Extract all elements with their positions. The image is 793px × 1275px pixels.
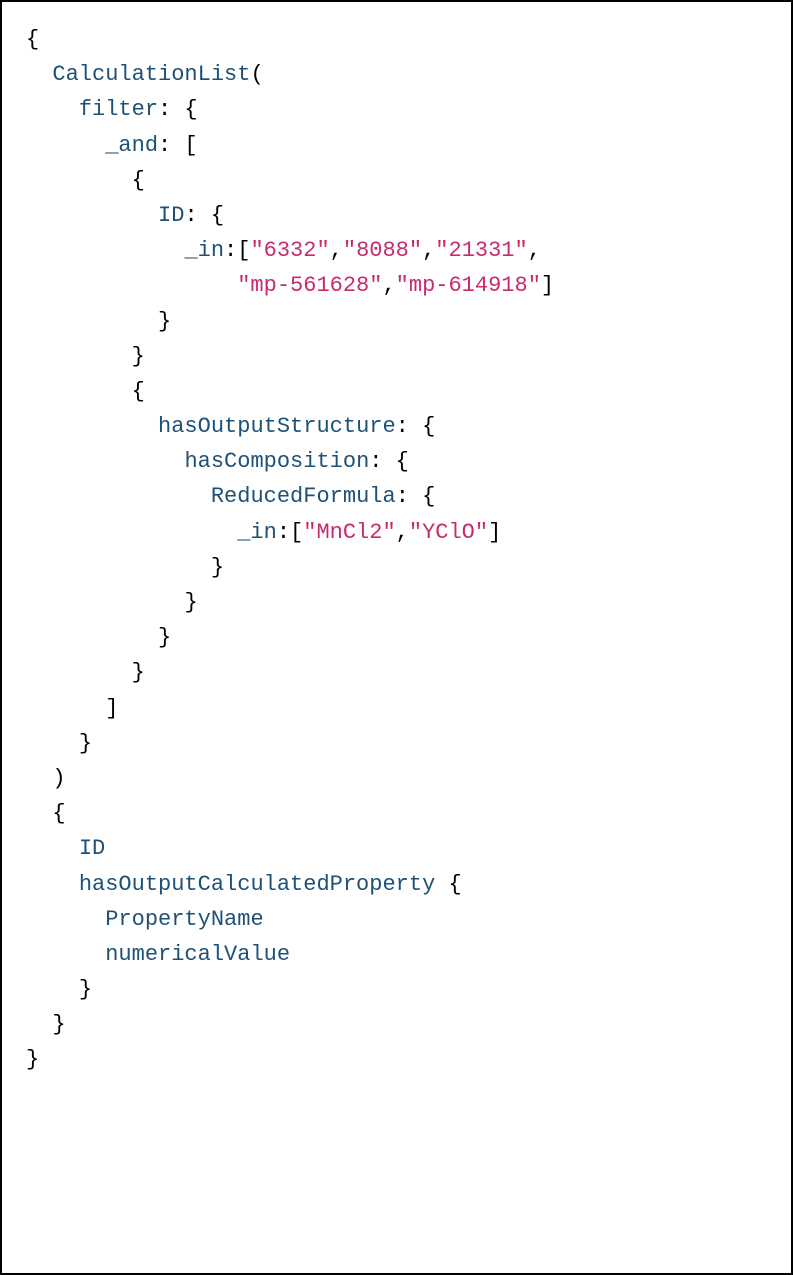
code-line: hasComposition: { bbox=[26, 444, 767, 479]
code-line: { bbox=[26, 796, 767, 831]
code-token-bracket: } bbox=[132, 344, 145, 369]
code-token-bracket: : [ bbox=[158, 133, 198, 158]
code-token-bracket: : { bbox=[396, 414, 436, 439]
code-token-bracket: { bbox=[52, 801, 65, 826]
code-token-bracket: : { bbox=[396, 484, 436, 509]
code-token-bracket: , bbox=[382, 273, 395, 298]
code-token-bracket: , bbox=[528, 238, 541, 263]
code-token-keyword: ID bbox=[79, 836, 105, 861]
code-line: ID bbox=[26, 831, 767, 866]
code-line: ID: { bbox=[26, 198, 767, 233]
code-token-bracket: } bbox=[211, 555, 224, 580]
code-token-bracket: } bbox=[184, 590, 197, 615]
code-line: _and: [ bbox=[26, 128, 767, 163]
code-line: filter: { bbox=[26, 92, 767, 127]
code-line: } bbox=[26, 1042, 767, 1077]
code-line: } bbox=[26, 304, 767, 339]
code-line: } bbox=[26, 585, 767, 620]
code-token-bracket: } bbox=[26, 1047, 39, 1072]
code-token-keyword: hasOutputCalculatedProperty bbox=[79, 872, 435, 897]
code-token-keyword: CalculationList bbox=[52, 62, 250, 87]
code-token-bracket: , bbox=[330, 238, 343, 263]
code-token-bracket: ] bbox=[541, 273, 554, 298]
code-line: numericalValue bbox=[26, 937, 767, 972]
code-line: } bbox=[26, 655, 767, 690]
code-token-bracket: , bbox=[396, 520, 409, 545]
code-token-string: "YClO" bbox=[409, 520, 488, 545]
code-line: CalculationList( bbox=[26, 57, 767, 92]
code-line: ) bbox=[26, 761, 767, 796]
code-line: } bbox=[26, 972, 767, 1007]
code-line: ReducedFormula: { bbox=[26, 479, 767, 514]
code-token-bracket: } bbox=[79, 977, 92, 1002]
code-token-bracket: { bbox=[26, 27, 39, 52]
code-token-keyword: _in bbox=[237, 520, 277, 545]
code-token-string: "6332" bbox=[250, 238, 329, 263]
code-token-bracket: } bbox=[79, 731, 92, 756]
code-token-bracket: ] bbox=[105, 696, 118, 721]
code-line: } bbox=[26, 339, 767, 374]
code-token-keyword: _in bbox=[184, 238, 224, 263]
code-token-bracket: :[ bbox=[277, 520, 303, 545]
code-token-keyword: PropertyName bbox=[105, 907, 263, 932]
code-token-string: "21331" bbox=[435, 238, 527, 263]
code-token-bracket: :[ bbox=[224, 238, 250, 263]
code-token-bracket: : { bbox=[184, 203, 224, 228]
code-line: { bbox=[26, 22, 767, 57]
code-line: "mp-561628","mp-614918"] bbox=[26, 268, 767, 303]
code-token-bracket: : { bbox=[158, 97, 198, 122]
code-token-bracket: ] bbox=[488, 520, 501, 545]
code-line: hasOutputStructure: { bbox=[26, 409, 767, 444]
code-token-string: "8088" bbox=[343, 238, 422, 263]
code-token-bracket: { bbox=[132, 168, 145, 193]
code-token-bracket: , bbox=[422, 238, 435, 263]
code-line: ] bbox=[26, 691, 767, 726]
code-token-bracket: { bbox=[435, 872, 461, 897]
code-token-bracket: ( bbox=[250, 62, 263, 87]
code-line: } bbox=[26, 550, 767, 585]
code-token-bracket: } bbox=[158, 625, 171, 650]
code-token-bracket: : { bbox=[369, 449, 409, 474]
code-line: PropertyName bbox=[26, 902, 767, 937]
code-line: hasOutputCalculatedProperty { bbox=[26, 867, 767, 902]
code-line: } bbox=[26, 620, 767, 655]
code-token-bracket: } bbox=[132, 660, 145, 685]
code-line: } bbox=[26, 1007, 767, 1042]
code-token-string: "MnCl2" bbox=[303, 520, 395, 545]
code-line: _in:["MnCl2","YClO"] bbox=[26, 515, 767, 550]
code-line: { bbox=[26, 374, 767, 409]
code-token-keyword: hasOutputStructure bbox=[158, 414, 396, 439]
code-token-keyword: _and bbox=[105, 133, 158, 158]
code-token-keyword: ReducedFormula bbox=[211, 484, 396, 509]
code-token-keyword: hasComposition bbox=[184, 449, 369, 474]
code-token-bracket: } bbox=[158, 309, 171, 334]
code-token-keyword: numericalValue bbox=[105, 942, 290, 967]
code-token-bracket: { bbox=[132, 379, 145, 404]
code-token-bracket: ) bbox=[52, 766, 65, 791]
code-token-bracket: } bbox=[52, 1012, 65, 1037]
code-block: { CalculationList( filter: { _and: [ { I… bbox=[0, 0, 793, 1275]
code-token-string: "mp-561628" bbox=[237, 273, 382, 298]
code-line: } bbox=[26, 726, 767, 761]
code-token-keyword: filter bbox=[79, 97, 158, 122]
code-token-keyword: ID bbox=[158, 203, 184, 228]
code-line: _in:["6332","8088","21331", bbox=[26, 233, 767, 268]
code-token-string: "mp-614918" bbox=[396, 273, 541, 298]
code-line: { bbox=[26, 163, 767, 198]
